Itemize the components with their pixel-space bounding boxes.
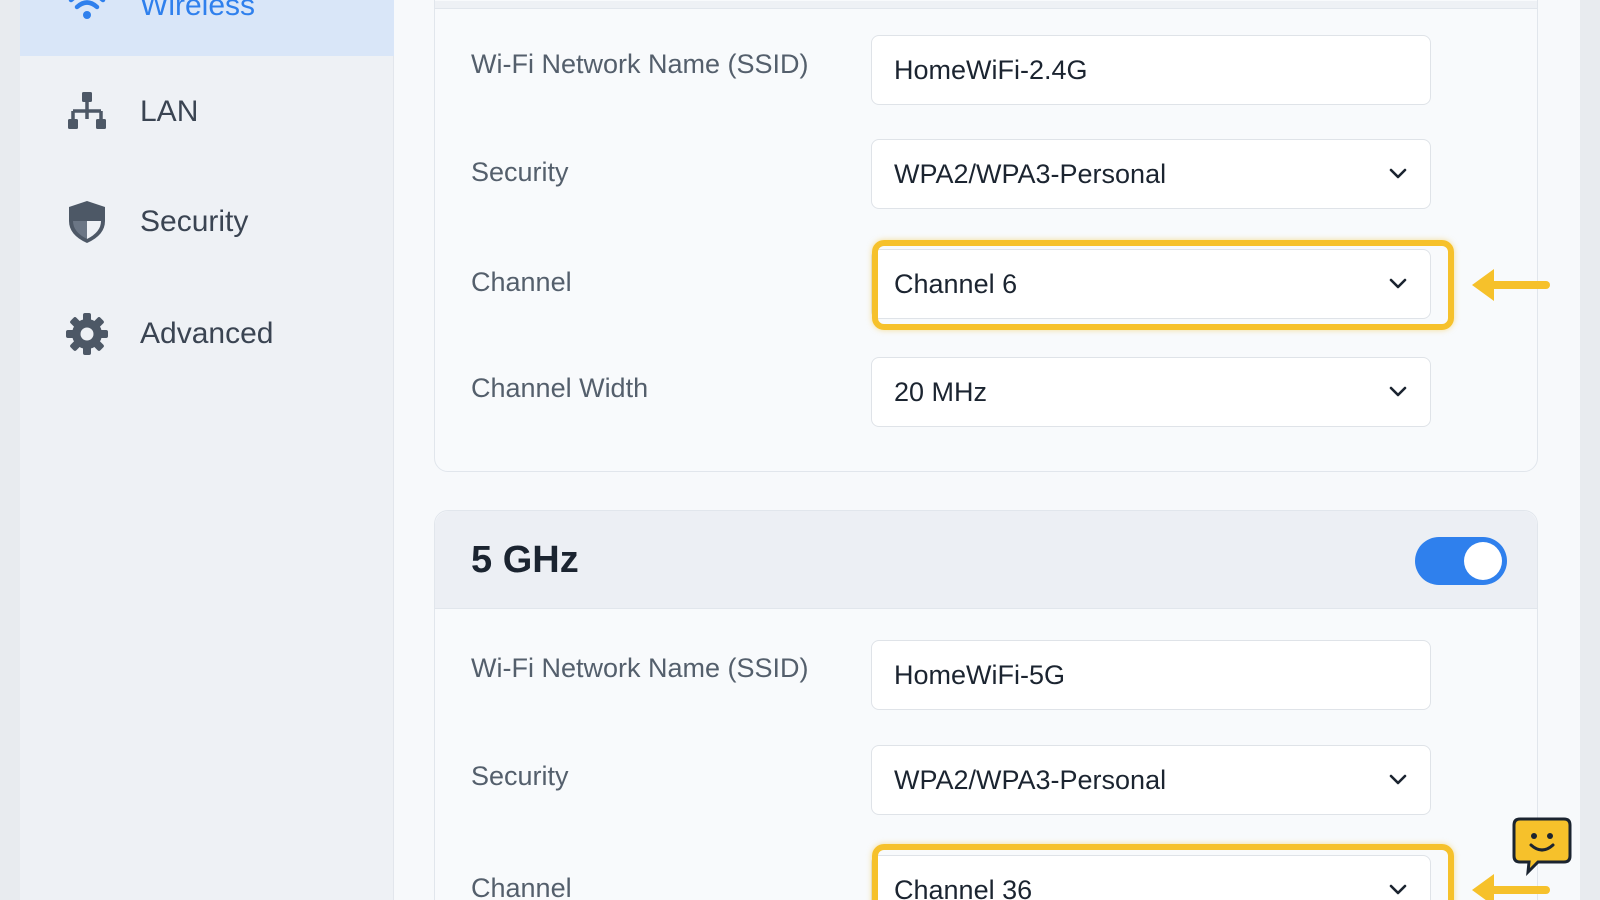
wifi-icon bbox=[64, 0, 110, 29]
sidebar-item-lan[interactable]: LAN bbox=[20, 62, 394, 162]
ssid-24-value: HomeWiFi-2.4G bbox=[894, 54, 1088, 85]
window-edge-left bbox=[0, 0, 20, 900]
ssid-label: Wi-Fi Network Name (SSID) bbox=[471, 653, 809, 683]
channel-label: Channel bbox=[471, 873, 572, 900]
sidebar: Wireless LAN Security Advanced bbox=[20, 0, 394, 900]
channel-24-highlight bbox=[872, 240, 1454, 330]
band-5ghz-card: 5 GHz Wi-Fi Network Name (SSID) HomeWiFi… bbox=[434, 510, 1538, 900]
toggle-knob bbox=[1464, 542, 1502, 580]
channel-width-label: Channel Width bbox=[471, 373, 649, 403]
chat-smiley-icon[interactable] bbox=[1512, 816, 1572, 876]
security-label: Security bbox=[471, 157, 569, 187]
channel-width-24-select[interactable]: 20 MHz bbox=[871, 357, 1431, 427]
chevron-down-icon bbox=[1389, 774, 1407, 785]
security-label: Security bbox=[471, 761, 569, 791]
sidebar-item-label: Security bbox=[140, 205, 249, 238]
ssid-5-input[interactable]: HomeWiFi-5G bbox=[871, 640, 1431, 710]
sidebar-item-security[interactable]: Security bbox=[20, 172, 394, 272]
shield-icon bbox=[64, 199, 110, 245]
ssid-label: Wi-Fi Network Name (SSID) bbox=[471, 49, 809, 79]
main-content: Wi-Fi Network Name (SSID) HomeWiFi-2.4G … bbox=[394, 0, 1580, 900]
chevron-down-icon bbox=[1389, 386, 1407, 397]
channel-label: Channel bbox=[471, 267, 572, 297]
channel-width-24-value: 20 MHz bbox=[894, 376, 988, 407]
channel-5-highlight bbox=[872, 844, 1454, 900]
chevron-down-icon bbox=[1389, 168, 1407, 179]
security-24-select[interactable]: WPA2/WPA3-Personal bbox=[871, 139, 1431, 209]
sidebar-item-label: Advanced bbox=[140, 317, 274, 350]
sidebar-item-advanced[interactable]: Advanced bbox=[20, 284, 394, 384]
arrow-left-icon bbox=[1472, 269, 1550, 301]
sidebar-item-wireless[interactable]: Wireless bbox=[20, 0, 394, 56]
ssid-5-value: HomeWiFi-5G bbox=[894, 659, 1066, 690]
network-icon bbox=[64, 89, 110, 135]
band-5ghz-toggle[interactable] bbox=[1415, 537, 1507, 585]
security-5-select[interactable]: WPA2/WPA3-Personal bbox=[871, 745, 1431, 815]
sidebar-item-label: Wireless bbox=[140, 0, 256, 22]
security-24-value: WPA2/WPA3-Personal bbox=[894, 158, 1167, 189]
card-header-strip bbox=[435, 1, 1537, 9]
band-5ghz-header: 5 GHz bbox=[435, 511, 1537, 609]
sidebar-item-label: LAN bbox=[140, 95, 199, 128]
gear-icon bbox=[64, 311, 110, 357]
band-5ghz-title: 5 GHz bbox=[471, 539, 579, 581]
window-edge-right bbox=[1580, 0, 1600, 900]
band-24ghz-card: Wi-Fi Network Name (SSID) HomeWiFi-2.4G … bbox=[434, 0, 1538, 472]
ssid-24-input[interactable]: HomeWiFi-2.4G bbox=[871, 35, 1431, 105]
security-5-value: WPA2/WPA3-Personal bbox=[894, 764, 1167, 795]
